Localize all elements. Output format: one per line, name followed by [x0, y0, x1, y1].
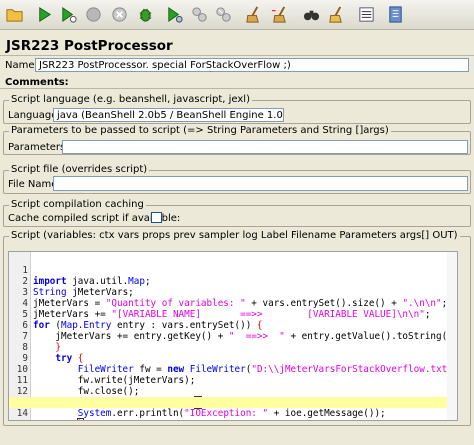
code-line: 11 fw.close(); [9, 364, 457, 397]
name-field[interactable]: JSR223 PostProcessor. special ForStackOv… [35, 58, 469, 72]
divider [0, 88, 474, 89]
help-button[interactable] [384, 3, 407, 26]
script-editor[interactable]: 1 import java.util.Map; 2 String jMeterV… [8, 251, 458, 421]
reset-search-button[interactable] [325, 3, 348, 26]
code-line: 2 String jMeterVars; [9, 265, 457, 298]
code-line: 3 jMeterVars = "Quantity of variables: "… [9, 276, 457, 309]
shutdown-icon [112, 7, 127, 22]
language-select[interactable]: java (BeanShell 2.0b5 / BeanShell Engine… [53, 108, 284, 122]
binoculars-icon [303, 10, 320, 21]
reset-search-icon [329, 6, 342, 23]
line-number: 14 [16, 408, 28, 419]
group-title: Script file (overrides script) [9, 164, 150, 176]
search-button[interactable] [300, 3, 323, 26]
code-line: 12 } catch(IOException ioe) { [9, 375, 457, 409]
cache-checkbox[interactable] [151, 212, 162, 223]
remote-stop-button[interactable] [188, 3, 211, 26]
code-line: 8 try { [9, 331, 457, 364]
clear-all-button[interactable] [268, 3, 291, 26]
group-title: Script (variables: ctx vars props prev s… [9, 230, 460, 242]
code-line: 4 jMeterVars += "[VARIABLE NAME] ==>> [V… [9, 287, 457, 320]
code-line-current: 14 } [9, 397, 457, 420]
parameters-field[interactable] [62, 140, 468, 154]
code-line: 1 import java.util.Map; [9, 254, 457, 287]
code-line: 10 fw.write(jMeterVars); [9, 353, 457, 386]
code-line: 6 jMeterVars += entry.getKey() + " ==>> … [9, 309, 457, 342]
start-icon [39, 6, 52, 23]
group-title: Script language (e.g. beanshell, javascr… [9, 94, 252, 106]
remote-stop-icon [192, 7, 207, 22]
help-icon [389, 6, 402, 23]
start-button[interactable] [33, 3, 56, 26]
vertical-scrollbar[interactable] [447, 252, 457, 420]
code-line: 9 FileWriter fw = new FileWriter("D:\\jM… [9, 342, 457, 375]
parameters-label: Parameters: [8, 142, 69, 153]
start-no-pauses-icon [62, 6, 77, 23]
page-title: JSR223 PostProcessor [6, 38, 173, 54]
open-folder-icon [6, 9, 23, 22]
clear-button[interactable] [242, 3, 265, 26]
function-helper-icon [359, 7, 374, 22]
open-button[interactable] [3, 3, 26, 26]
remote-shutdown-icon [216, 7, 231, 22]
debug-button[interactable] [134, 3, 157, 26]
remote-start-button[interactable] [163, 3, 186, 26]
stop-button[interactable] [82, 3, 105, 26]
comments-label: Comments: [5, 77, 69, 88]
broom-icon [246, 6, 259, 23]
group-title: Script compilation caching [9, 199, 146, 211]
file-name-field[interactable] [53, 176, 468, 191]
name-label: Name: [5, 60, 38, 71]
broom-all-icon [271, 6, 286, 23]
toolbar [0, 0, 474, 30]
start-no-pauses-button[interactable] [57, 3, 80, 26]
stop-icon [86, 7, 101, 22]
code-line: 7 } [9, 320, 457, 353]
function-helper-button[interactable] [355, 3, 378, 26]
code-line: 13 System.err.println("IOException: " + … [9, 386, 457, 419]
code-line: 5 for (Map.Entry entry : vars.entrySet()… [9, 298, 457, 331]
divider [0, 55, 474, 56]
group-title: Parameters to be passed to script (=> St… [9, 125, 391, 137]
shutdown-button[interactable] [108, 3, 131, 26]
remote-start-icon [168, 6, 183, 23]
remote-shutdown-button[interactable] [212, 3, 235, 26]
bug-icon [139, 8, 152, 22]
